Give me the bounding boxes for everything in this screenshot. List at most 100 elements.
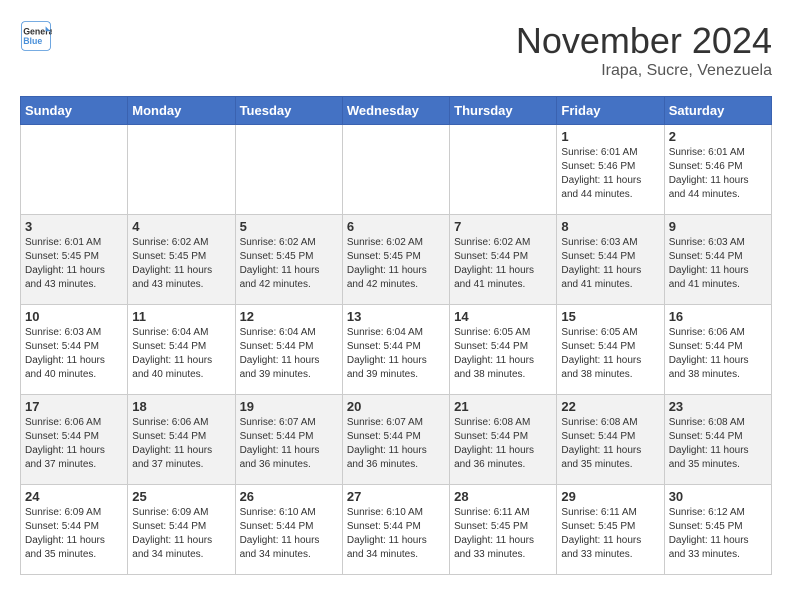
day-number: 24 — [25, 489, 123, 504]
weekday-header-sunday: Sunday — [21, 97, 128, 125]
day-number: 2 — [669, 129, 767, 144]
day-info: Sunrise: 6:11 AM Sunset: 5:45 PM Dayligh… — [561, 506, 659, 562]
calendar-week-row: 1 Sunrise: 6:01 AM Sunset: 5:46 PM Daylig… — [21, 125, 772, 215]
day-info: Sunrise: 6:05 AM Sunset: 5:44 PM Dayligh… — [561, 326, 659, 382]
day-number: 10 — [25, 309, 123, 324]
calendar-cell: 23 Sunrise: 6:08 AM Sunset: 5:44 PM Dayli… — [664, 395, 771, 485]
calendar-cell: 4 Sunrise: 6:02 AM Sunset: 5:45 PM Daylig… — [128, 215, 235, 305]
calendar-cell: 12 Sunrise: 6:04 AM Sunset: 5:44 PM Dayli… — [235, 305, 342, 395]
day-info: Sunrise: 6:04 AM Sunset: 5:44 PM Dayligh… — [132, 326, 230, 382]
calendar-cell: 14 Sunrise: 6:05 AM Sunset: 5:44 PM Dayli… — [450, 305, 557, 395]
day-info: Sunrise: 6:06 AM Sunset: 5:44 PM Dayligh… — [669, 326, 767, 382]
day-info: Sunrise: 6:02 AM Sunset: 5:45 PM Dayligh… — [132, 236, 230, 292]
day-number: 30 — [669, 489, 767, 504]
day-number: 18 — [132, 399, 230, 414]
day-number: 15 — [561, 309, 659, 324]
day-info: Sunrise: 6:08 AM Sunset: 5:44 PM Dayligh… — [669, 416, 767, 472]
calendar-cell: 11 Sunrise: 6:04 AM Sunset: 5:44 PM Dayli… — [128, 305, 235, 395]
calendar-cell: 27 Sunrise: 6:10 AM Sunset: 5:44 PM Dayli… — [342, 485, 449, 575]
day-info: Sunrise: 6:01 AM Sunset: 5:46 PM Dayligh… — [561, 146, 659, 202]
calendar-cell: 22Sunrise: 6:08 AM Sunset: 5:44 PM Dayli… — [557, 395, 664, 485]
day-info: Sunrise: 6:01 AM Sunset: 5:46 PM Dayligh… — [669, 146, 767, 202]
day-info: Sunrise: 6:07 AM Sunset: 5:44 PM Dayligh… — [240, 416, 338, 472]
day-number: 26 — [240, 489, 338, 504]
calendar-cell: 9 Sunrise: 6:03 AM Sunset: 5:44 PM Daylig… — [664, 215, 771, 305]
day-number: 17 — [25, 399, 123, 414]
day-number: 12 — [240, 309, 338, 324]
day-info: Sunrise: 6:01 AM Sunset: 5:45 PM Dayligh… — [25, 236, 123, 292]
logo: General Blue — [20, 20, 52, 52]
day-info: Sunrise: 6:03 AM Sunset: 5:44 PM Dayligh… — [669, 236, 767, 292]
location-subtitle: Irapa, Sucre, Venezuela — [516, 62, 772, 80]
month-title: November 2024 — [516, 20, 772, 62]
day-number: 25 — [132, 489, 230, 504]
day-info: Sunrise: 6:02 AM Sunset: 5:45 PM Dayligh… — [347, 236, 445, 292]
calendar-week-row: 10 Sunrise: 6:03 AM Sunset: 5:44 PM Dayli… — [21, 305, 772, 395]
calendar-cell: 30Sunrise: 6:12 AM Sunset: 5:45 PM Dayli… — [664, 485, 771, 575]
svg-text:General: General — [23, 26, 52, 36]
day-info: Sunrise: 6:10 AM Sunset: 5:44 PM Dayligh… — [347, 506, 445, 562]
weekday-header-thursday: Thursday — [450, 97, 557, 125]
calendar-cell: 15 Sunrise: 6:05 AM Sunset: 5:44 PM Dayli… — [557, 305, 664, 395]
day-number: 21 — [454, 399, 552, 414]
calendar-cell: 8Sunrise: 6:03 AM Sunset: 5:44 PM Daylig… — [557, 215, 664, 305]
calendar-cell: 13 Sunrise: 6:04 AM Sunset: 5:44 PM Dayli… — [342, 305, 449, 395]
day-number: 3 — [25, 219, 123, 234]
calendar-cell: 18 Sunrise: 6:06 AM Sunset: 5:44 PM Dayli… — [128, 395, 235, 485]
weekday-header-monday: Monday — [128, 97, 235, 125]
calendar-cell — [21, 125, 128, 215]
calendar-cell: 25 Sunrise: 6:09 AM Sunset: 5:44 PM Dayli… — [128, 485, 235, 575]
day-info: Sunrise: 6:05 AM Sunset: 5:44 PM Dayligh… — [454, 326, 552, 382]
day-number: 27 — [347, 489, 445, 504]
calendar-cell: 19Sunrise: 6:07 AM Sunset: 5:44 PM Dayli… — [235, 395, 342, 485]
day-number: 20 — [347, 399, 445, 414]
calendar-cell: 2 Sunrise: 6:01 AM Sunset: 5:46 PM Daylig… — [664, 125, 771, 215]
day-info: Sunrise: 6:06 AM Sunset: 5:44 PM Dayligh… — [132, 416, 230, 472]
page-header: General Blue November 2024 Irapa, Sucre,… — [20, 20, 772, 80]
day-number: 22 — [561, 399, 659, 414]
day-number: 16 — [669, 309, 767, 324]
day-info: Sunrise: 6:06 AM Sunset: 5:44 PM Dayligh… — [25, 416, 123, 472]
day-info: Sunrise: 6:10 AM Sunset: 5:44 PM Dayligh… — [240, 506, 338, 562]
day-info: Sunrise: 6:04 AM Sunset: 5:44 PM Dayligh… — [240, 326, 338, 382]
day-info: Sunrise: 6:09 AM Sunset: 5:44 PM Dayligh… — [132, 506, 230, 562]
day-number: 28 — [454, 489, 552, 504]
day-info: Sunrise: 6:08 AM Sunset: 5:44 PM Dayligh… — [454, 416, 552, 472]
calendar-cell: 17 Sunrise: 6:06 AM Sunset: 5:44 PM Dayli… — [21, 395, 128, 485]
weekday-header-friday: Friday — [557, 97, 664, 125]
day-number: 11 — [132, 309, 230, 324]
day-number: 13 — [347, 309, 445, 324]
day-number: 14 — [454, 309, 552, 324]
calendar-cell — [450, 125, 557, 215]
day-info: Sunrise: 6:02 AM Sunset: 5:44 PM Dayligh… — [454, 236, 552, 292]
day-number: 9 — [669, 219, 767, 234]
calendar-cell: 7 Sunrise: 6:02 AM Sunset: 5:44 PM Daylig… — [450, 215, 557, 305]
day-info: Sunrise: 6:09 AM Sunset: 5:44 PM Dayligh… — [25, 506, 123, 562]
weekday-header-wednesday: Wednesday — [342, 97, 449, 125]
calendar-cell: 24 Sunrise: 6:09 AM Sunset: 5:44 PM Dayli… — [21, 485, 128, 575]
day-number: 23 — [669, 399, 767, 414]
calendar-cell — [342, 125, 449, 215]
day-number: 4 — [132, 219, 230, 234]
calendar-cell: 6 Sunrise: 6:02 AM Sunset: 5:45 PM Daylig… — [342, 215, 449, 305]
calendar-cell — [128, 125, 235, 215]
day-number: 5 — [240, 219, 338, 234]
calendar-week-row: 24 Sunrise: 6:09 AM Sunset: 5:44 PM Dayli… — [21, 485, 772, 575]
day-info: Sunrise: 6:04 AM Sunset: 5:44 PM Dayligh… — [347, 326, 445, 382]
weekday-header-tuesday: Tuesday — [235, 97, 342, 125]
day-number: 1 — [561, 129, 659, 144]
logo-icon: General Blue — [20, 20, 52, 52]
day-info: Sunrise: 6:02 AM Sunset: 5:45 PM Dayligh… — [240, 236, 338, 292]
calendar-cell: 10 Sunrise: 6:03 AM Sunset: 5:44 PM Dayli… — [21, 305, 128, 395]
calendar-cell: 1 Sunrise: 6:01 AM Sunset: 5:46 PM Daylig… — [557, 125, 664, 215]
calendar-cell — [235, 125, 342, 215]
day-info: Sunrise: 6:03 AM Sunset: 5:44 PM Dayligh… — [25, 326, 123, 382]
calendar-cell: 20Sunrise: 6:07 AM Sunset: 5:44 PM Dayli… — [342, 395, 449, 485]
title-block: November 2024 Irapa, Sucre, Venezuela — [516, 20, 772, 80]
day-number: 7 — [454, 219, 552, 234]
day-number: 6 — [347, 219, 445, 234]
calendar-cell: 21 Sunrise: 6:08 AM Sunset: 5:44 PM Dayli… — [450, 395, 557, 485]
day-number: 8 — [561, 219, 659, 234]
calendar-table: SundayMondayTuesdayWednesdayThursdayFrid… — [20, 96, 772, 575]
svg-text:Blue: Blue — [23, 36, 42, 46]
